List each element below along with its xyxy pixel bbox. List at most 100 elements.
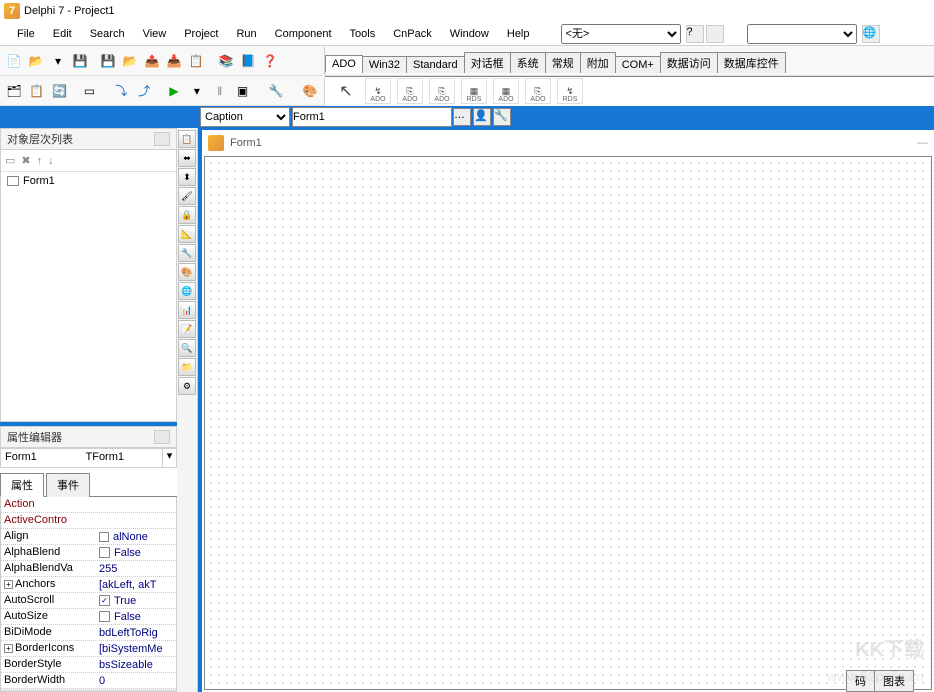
palette-tab-Standard[interactable]: Standard	[406, 56, 465, 73]
toggle-button[interactable]: 🔄	[50, 81, 70, 101]
speed-combo-2[interactable]	[747, 24, 857, 44]
remove-button[interactable]: 📤	[142, 51, 162, 71]
palette-tab-附加[interactable]: 附加	[580, 52, 616, 73]
menu-file[interactable]: File	[8, 25, 44, 43]
ado-stored-proc[interactable]: ⎘ADO	[525, 78, 551, 104]
vtb-5[interactable]: 🔒	[178, 206, 196, 224]
speed-combo-1[interactable]: <无>	[561, 24, 681, 44]
tab-code[interactable]: 码	[846, 670, 875, 692]
property-value-input[interactable]	[292, 107, 452, 127]
toolbar-printer-icon[interactable]	[706, 25, 724, 43]
vtb-9[interactable]: 🌐	[178, 282, 196, 300]
form-designer-titlebar[interactable]: Form1 —	[202, 130, 934, 156]
oi-object-selector[interactable]: Form1 TForm1 ▾	[0, 448, 177, 468]
vtb-8[interactable]: 🎨	[178, 263, 196, 281]
object-tree[interactable]: ▭ ✖ ↑ ↓ Form1	[0, 150, 177, 422]
open-dropdown[interactable]: ▾	[48, 51, 68, 71]
vtb-4[interactable]: 🖌	[178, 187, 196, 205]
tree-item-form1[interactable]: Form1	[1, 172, 176, 190]
help-book-icon[interactable]: 📚	[216, 51, 236, 71]
tool2-button[interactable]: 🎨	[300, 81, 320, 101]
prop-row-Align[interactable]: AlignalNone	[1, 529, 176, 545]
menu-cnpack[interactable]: CnPack	[384, 25, 441, 43]
prop-row-AutoSize[interactable]: AutoSizeFalse	[1, 609, 176, 625]
vtb-3[interactable]: ⬍	[178, 168, 196, 186]
form-canvas[interactable]	[204, 156, 932, 690]
save-button[interactable]: 💾	[70, 51, 90, 71]
ado-connection[interactable]: ↯ADO	[365, 78, 391, 104]
prop-row-ActiveContro[interactable]: ActiveContro	[1, 513, 176, 529]
palette-tab-系统[interactable]: 系统	[510, 52, 546, 73]
toolbar-globe-icon[interactable]: 🌐	[862, 25, 880, 43]
open-button[interactable]: 📂	[26, 51, 46, 71]
add-button[interactable]: 📥	[164, 51, 184, 71]
vtb-1[interactable]: 📋	[178, 130, 196, 148]
ado-query[interactable]: ▦ADO	[493, 78, 519, 104]
palette-tab-COM+[interactable]: COM+	[615, 56, 661, 73]
prop-row-BorderWidth[interactable]: BorderWidth0	[1, 673, 176, 689]
menu-run[interactable]: Run	[227, 25, 265, 43]
obj-action-3-icon[interactable]: 🔧	[493, 108, 511, 126]
prop-row-BorderIcons[interactable]: +BorderIcons[biSystemMe	[1, 641, 176, 657]
tree-down-icon[interactable]: ↓	[48, 155, 54, 167]
ado-table[interactable]: ▦RDS	[461, 78, 487, 104]
view-form-button[interactable]: 📋	[186, 51, 206, 71]
help-book2-icon[interactable]: 📘	[238, 51, 258, 71]
ado-dataset[interactable]: ⎘ADO	[429, 78, 455, 104]
stop-button[interactable]: ▣	[233, 81, 253, 101]
panel-collapse-button[interactable]	[154, 132, 170, 146]
tool1-button[interactable]: 🔧	[266, 81, 286, 101]
oi-tab-properties[interactable]: 属性	[0, 473, 44, 497]
minimize-icon[interactable]: —	[917, 137, 928, 149]
tree-up-icon[interactable]: ↑	[37, 155, 43, 167]
palette-tab-常规[interactable]: 常规	[545, 52, 581, 73]
vtb-13[interactable]: 📁	[178, 358, 196, 376]
vtb-7[interactable]: 🔧	[178, 244, 196, 262]
tab-chart[interactable]: 图表	[874, 670, 914, 692]
toolbar-help-icon[interactable]: ?	[686, 25, 704, 43]
menu-help[interactable]: Help	[498, 25, 539, 43]
menu-window[interactable]: Window	[441, 25, 498, 43]
vtb-14[interactable]: ⚙	[178, 377, 196, 395]
obj-action-2-icon[interactable]: 👤	[473, 108, 491, 126]
palette-tab-数据库控件[interactable]: 数据库控件	[717, 52, 786, 73]
rds-connection[interactable]: ↯RDS	[557, 78, 583, 104]
palette-arrow[interactable]: ↖	[333, 78, 359, 104]
tree-delete-icon[interactable]: ✖	[21, 154, 30, 167]
prop-row-AlphaBlend[interactable]: AlphaBlendFalse	[1, 545, 176, 561]
new-form-button[interactable]: ▭	[80, 81, 100, 101]
prop-row-Anchors[interactable]: +Anchors[akLeft, akT	[1, 577, 176, 593]
new-button[interactable]: 📄	[4, 51, 24, 71]
step-over-button[interactable]: ⤴	[134, 81, 154, 101]
menu-project[interactable]: Project	[175, 25, 227, 43]
vtb-11[interactable]: 📝	[178, 320, 196, 338]
palette-tab-ADO[interactable]: ADO	[325, 55, 363, 73]
open-project-button[interactable]: 📂	[120, 51, 140, 71]
save-all-button[interactable]: 💾	[98, 51, 118, 71]
menu-component[interactable]: Component	[266, 25, 341, 43]
trace-into-button[interactable]: ⤵	[111, 81, 131, 101]
palette-tab-Win32[interactable]: Win32	[362, 56, 407, 73]
property-list[interactable]: ActionActiveControAlignalNoneAlphaBlendF…	[0, 497, 177, 692]
vtb-2[interactable]: ⬌	[178, 149, 196, 167]
property-selector[interactable]: Caption	[200, 107, 290, 127]
pause-button[interactable]: ‖	[210, 81, 230, 101]
prop-row-AlphaBlendVa[interactable]: AlphaBlendVa255	[1, 561, 176, 577]
oi-collapse-button[interactable]	[154, 430, 170, 444]
view-form2-button[interactable]: 📋	[27, 81, 47, 101]
palette-tab-对话框[interactable]: 对话框	[464, 52, 511, 73]
menu-edit[interactable]: Edit	[44, 25, 81, 43]
prop-row-BiDiMode[interactable]: BiDiModebdLeftToRig	[1, 625, 176, 641]
obj-action-1-icon[interactable]: …	[453, 108, 471, 126]
ado-command[interactable]: ⎘ADO	[397, 78, 423, 104]
menu-view[interactable]: View	[134, 25, 176, 43]
vtb-6[interactable]: 📐	[178, 225, 196, 243]
prop-row-Action[interactable]: Action	[1, 497, 176, 513]
palette-tab-数据访问[interactable]: 数据访问	[660, 52, 718, 73]
tree-new-icon[interactable]: ▭	[5, 154, 15, 167]
help-question-icon[interactable]: ❓	[260, 51, 280, 71]
prop-row-BorderStyle[interactable]: BorderStylebsSizeable	[1, 657, 176, 673]
vtb-10[interactable]: 📊	[178, 301, 196, 319]
view-unit-button[interactable]: 🗂	[4, 81, 24, 101]
vtb-12[interactable]: 🔍	[178, 339, 196, 357]
